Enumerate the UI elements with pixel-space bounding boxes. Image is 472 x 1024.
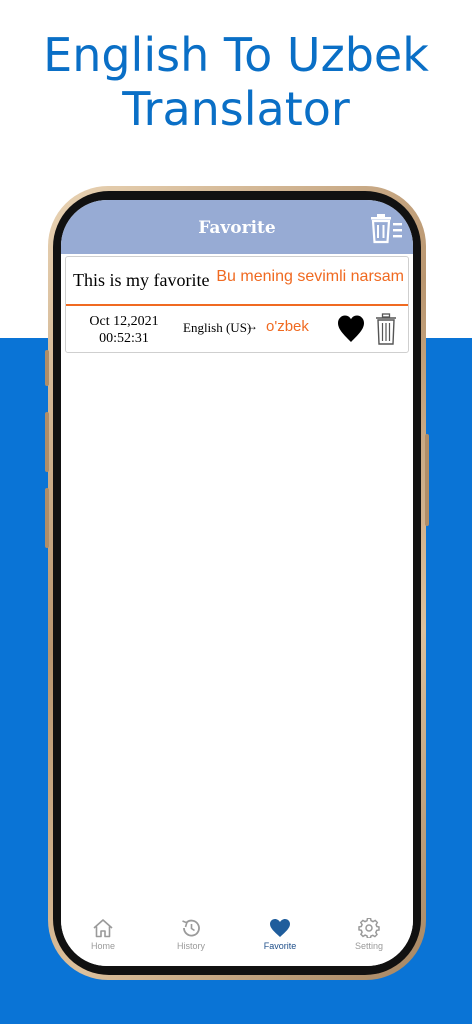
home-icon	[93, 919, 113, 938]
tab-setting[interactable]: Setting	[334, 918, 404, 958]
tab-label-setting: Setting	[354, 941, 384, 951]
tab-label-home: Home	[90, 941, 115, 951]
heart-tab-icon	[270, 919, 290, 937]
tab-history[interactable]: History	[156, 918, 226, 958]
clear-all-button[interactable]	[367, 212, 405, 244]
favorite-item[interactable]: This is my favorite Bu mening sevimli na…	[65, 256, 409, 353]
tab-label-favorite: Favorite	[263, 941, 297, 951]
unfavorite-button[interactable]	[337, 314, 365, 344]
history-icon	[182, 919, 200, 937]
timestamp: Oct 12,2021 00:52:31	[74, 313, 174, 347]
target-language: o'zbek	[266, 318, 309, 335]
headline-line-1: English To Uzbek	[43, 28, 429, 82]
tab-label-history: History	[176, 941, 205, 951]
time-text: 00:52:31	[99, 331, 149, 346]
tab-home[interactable]: Home	[68, 918, 138, 958]
phone-mute-switch	[45, 350, 49, 386]
card-divider	[66, 304, 408, 306]
source-text: This is my favorite	[73, 270, 210, 290]
delete-item-button[interactable]	[375, 313, 397, 345]
page-title: Favorite	[198, 218, 276, 238]
arrow-icon: →	[246, 319, 258, 333]
phone-volume-down	[45, 488, 49, 548]
heart-icon	[338, 315, 364, 342]
phone-power-button	[425, 434, 429, 526]
source-language: English (US)	[183, 320, 252, 335]
headline-line-2: Translator	[122, 82, 350, 136]
phone-volume-up	[45, 412, 49, 472]
clear-all-trash-icon	[371, 214, 402, 244]
translated-text: Bu mening sevimli narsam	[216, 268, 404, 285]
navbar: Favorite	[61, 200, 413, 254]
trash-icon	[376, 313, 396, 345]
bottom-tab-bar: Home History Favorite Setting	[61, 908, 413, 966]
headline: English To Uzbek Translator	[0, 28, 472, 136]
date-text: Oct 12,2021	[89, 314, 159, 329]
gear-icon	[358, 918, 380, 938]
app-screen: Favorite This is my favorite Bu mening s…	[61, 200, 413, 966]
tab-favorite[interactable]: Favorite	[245, 918, 315, 958]
